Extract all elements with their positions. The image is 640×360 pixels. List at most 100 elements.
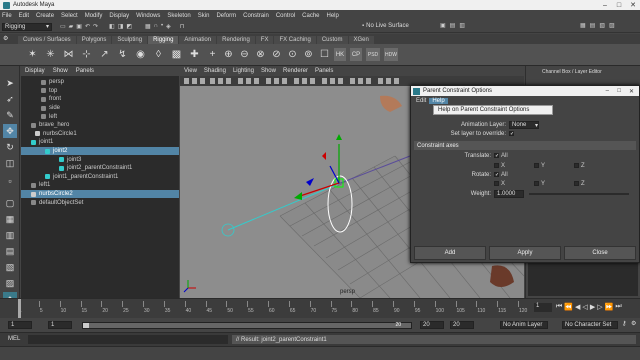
mel-label[interactable]: MEL	[8, 336, 20, 342]
snap-point-icon[interactable]: •	[161, 23, 163, 30]
menu-select[interactable]: Select	[61, 13, 78, 19]
outliner-row[interactable]: nurbsCircle1	[21, 130, 179, 139]
select-component-icon[interactable]: ◩	[126, 23, 132, 30]
outliner-row[interactable]: defaultObjectSet	[21, 198, 179, 207]
aim-constraint-icon[interactable]: ⊖	[238, 48, 251, 61]
joint-tool-icon[interactable]: ✶	[26, 48, 39, 61]
weight-field[interactable]: 1.0000	[494, 190, 524, 198]
outliner-row[interactable]: left	[21, 112, 179, 121]
layout-two-icon[interactable]: ▥	[3, 228, 17, 242]
render-settings-icon[interactable]: ▥	[459, 22, 465, 29]
outliner-row[interactable]: nurbsCircle2	[21, 189, 179, 199]
translate-x[interactable]: X	[494, 163, 505, 169]
shelf-tab-fx[interactable]: FX	[255, 36, 274, 44]
close-icon[interactable]: ✕	[626, 0, 640, 10]
menu-windows[interactable]: Windows	[136, 13, 160, 19]
layout-outliner-icon[interactable]: ▤	[3, 244, 17, 258]
outliner-row[interactable]: brave_hero	[21, 121, 179, 130]
outliner-row[interactable]: joint1	[21, 138, 179, 147]
mirror-joint-icon[interactable]: ⋈	[62, 48, 75, 61]
menuset-dropdown[interactable]: Rigging ▾	[2, 22, 52, 31]
move-tool-icon[interactable]: ✥	[3, 124, 17, 138]
ipr-icon[interactable]: ▤	[450, 22, 456, 29]
menu-create[interactable]: Create	[36, 13, 54, 19]
humanik-icon[interactable]: HK	[334, 48, 346, 61]
pole-vector-icon[interactable]: ⊚	[302, 48, 315, 61]
save-scene-icon[interactable]: ▣	[76, 23, 82, 30]
viewport-menu-lighting[interactable]: Lighting	[233, 68, 254, 74]
rotate-tool-icon[interactable]: ↻	[3, 140, 17, 154]
shelf-tab-rigging[interactable]: Rigging	[148, 36, 179, 44]
dialog-menu-help[interactable]: Help	[429, 97, 448, 104]
outliner-row[interactable]: front	[21, 95, 179, 104]
shelf-tab-curves-surfaces[interactable]: Curves / Surfaces	[18, 36, 76, 44]
range-handle-left[interactable]	[83, 323, 89, 328]
animation-layer-dropdown[interactable]: None ▾	[509, 121, 539, 129]
menu-cache[interactable]: Cache	[302, 13, 319, 19]
step-back-icon[interactable]: ⏪	[564, 303, 573, 311]
layout-four-icon[interactable]: ▦	[3, 212, 17, 226]
outliner-menu-display[interactable]: Display	[25, 68, 45, 74]
orient-constraint-icon[interactable]: ⊗	[254, 48, 267, 61]
viewport-menu-panels[interactable]: Panels	[315, 68, 333, 74]
viewport-menu-show[interactable]: Show	[261, 68, 276, 74]
shelf-tab-fx-caching[interactable]: FX Caching	[274, 36, 316, 44]
hdw-icon[interactable]: HDW	[384, 48, 398, 61]
hik-icon[interactable]: ☐	[318, 48, 331, 61]
live-surface[interactable]: ▪ No Live Surface	[362, 23, 409, 29]
snap-surface-icon[interactable]: ◈	[166, 23, 171, 30]
key-icon[interactable]: ⚷	[622, 320, 626, 327]
current-time-marker[interactable]	[18, 299, 21, 319]
dialog-menu-edit[interactable]: Edit	[413, 98, 429, 104]
outliner-row[interactable]: joint1_parentConstraint1	[21, 173, 179, 182]
outliner-menu-panels[interactable]: Panels	[76, 68, 94, 74]
paint-weights-icon[interactable]: ◊	[152, 48, 165, 61]
lattice-icon[interactable]: ▩	[170, 48, 183, 61]
menu-edit[interactable]: Edit	[19, 13, 29, 19]
tool-settings-icon[interactable]: ▧	[599, 22, 605, 29]
layout-single-icon[interactable]: ▢	[3, 196, 17, 210]
prev-key-icon[interactable]: ◀	[575, 303, 580, 311]
playback-start-field[interactable]: 1	[48, 321, 72, 329]
scale-constraint-icon[interactable]: ⊙	[286, 48, 299, 61]
rotate-z[interactable]: Z	[574, 181, 585, 187]
menu-modify[interactable]: Modify	[85, 13, 103, 19]
select-object-icon[interactable]: ◨	[118, 23, 124, 30]
menu-skeleton[interactable]: Skeleton	[167, 13, 190, 19]
character-set-dropdown[interactable]: No Character Set	[562, 321, 618, 329]
ik-handle-icon[interactable]: ↗	[98, 48, 111, 61]
menu-file[interactable]: File	[2, 13, 12, 19]
viewport-menu-shading[interactable]: Shading	[204, 68, 226, 74]
apply-button[interactable]: Apply	[489, 246, 561, 260]
shelf-tab-xgen[interactable]: XGen	[348, 36, 374, 44]
menu-help[interactable]: Help	[327, 13, 339, 19]
weight-slider[interactable]	[529, 193, 629, 195]
step-fwd-icon[interactable]: ⏩	[605, 303, 614, 311]
ik-spline-icon[interactable]: ↯	[116, 48, 129, 61]
time-slider[interactable]: 1510152025303540455055606570758085909510…	[0, 298, 640, 319]
render-icon[interactable]: ▣	[440, 22, 446, 29]
cp-icon[interactable]: CP	[350, 48, 362, 61]
attribute-editor-icon[interactable]: ▤	[590, 22, 596, 29]
anim-layer-dropdown[interactable]: No Anim Layer	[500, 321, 548, 329]
menu-skin[interactable]: Skin	[198, 13, 210, 19]
menu-constrain[interactable]: Constrain	[243, 13, 269, 19]
magnet-icon[interactable]: ⊓	[180, 23, 185, 30]
rotate-all[interactable]: ✓ All	[494, 172, 508, 178]
orient-joint-icon[interactable]: ⊹	[80, 48, 93, 61]
dialog-maximize-icon[interactable]: □	[617, 88, 621, 94]
prefs-icon[interactable]: ⚙	[631, 320, 636, 327]
redo-icon[interactable]: ↷	[93, 23, 98, 30]
playback-end-field[interactable]: 20	[420, 321, 444, 329]
snap-grid-icon[interactable]: ▦	[145, 23, 151, 30]
add-button[interactable]: Add	[414, 246, 486, 260]
set-layer-checkbox[interactable]: ✓	[509, 131, 514, 137]
range-slider[interactable]: 20	[82, 322, 412, 329]
start-time-field[interactable]: 1	[8, 321, 32, 329]
layout-custom-icon[interactable]: ▨	[3, 276, 17, 290]
rotate-x[interactable]: X	[494, 181, 505, 187]
go-start-icon[interactable]: ⏮	[556, 303, 562, 311]
cluster-icon[interactable]: ✚	[188, 48, 201, 61]
constraint-axes-header[interactable]: Constraint axes	[414, 141, 636, 150]
shelf-tab-sculpting[interactable]: Sculpting	[112, 36, 148, 44]
